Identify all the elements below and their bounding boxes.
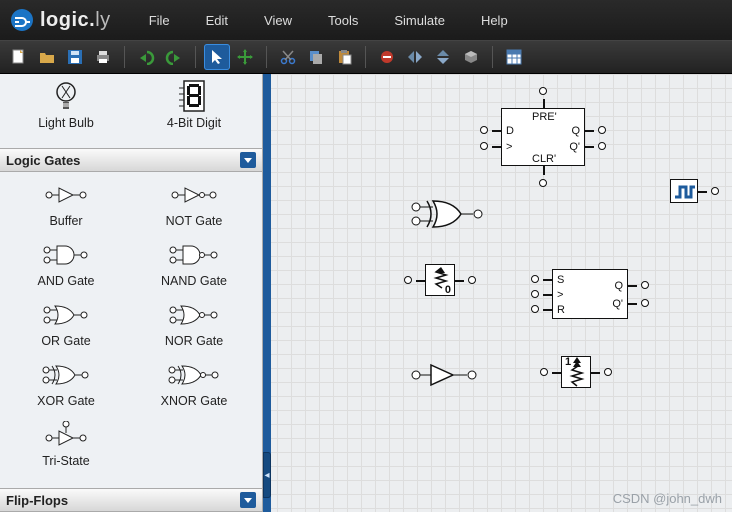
comp-nand-gate[interactable]: NAND Gate — [130, 236, 258, 296]
collapse-icon — [240, 152, 256, 168]
not-gate-icon — [171, 184, 217, 206]
pointer-tool-button[interactable] — [204, 44, 230, 70]
seven-segment-icon — [179, 80, 209, 114]
open-file-button[interactable] — [34, 44, 60, 70]
resistor-icon — [426, 265, 456, 297]
menu-help[interactable]: Help — [463, 13, 526, 28]
sidebar-collapse-handle[interactable] — [263, 452, 271, 498]
comp-xor-gate[interactable]: XOR Gate — [2, 356, 130, 416]
category-header-flip-flops[interactable]: Flip-Flops — [0, 488, 262, 512]
label-qn: Q' — [612, 298, 623, 310]
sr-flip-flop[interactable]: S > R Q Q' — [552, 269, 628, 319]
category-items-logic: Buffer NOT Gate AND Gate NAND Gate OR Ga… — [0, 172, 262, 486]
item-label: NOT Gate — [166, 214, 223, 228]
collapse-icon — [240, 492, 256, 508]
menu-bar: logic.ly File Edit View Tools Simulate H… — [0, 0, 732, 40]
flip-v-button[interactable] — [430, 44, 456, 70]
flip-h-button[interactable] — [402, 44, 428, 70]
item-label: AND Gate — [38, 274, 95, 288]
component-sidebar: Light Bulb 4-Bit Digit Logic Gates Buffe… — [0, 74, 263, 512]
clock-mark: > — [557, 289, 563, 301]
canvas[interactable]: PRE' D > CLR' Q Q' — [263, 74, 732, 512]
toolbar-separator — [492, 46, 493, 68]
pull-resistor-1[interactable]: 1 — [561, 356, 591, 388]
menu-simulate[interactable]: Simulate — [376, 13, 463, 28]
label-r: R — [557, 304, 565, 316]
menu-edit[interactable]: Edit — [188, 13, 246, 28]
watermark: CSDN @john_dwh — [613, 491, 722, 506]
nand-gate-icon — [169, 243, 219, 267]
item-label: 4-Bit Digit — [167, 116, 221, 130]
paste-button[interactable] — [331, 44, 357, 70]
new-file-button[interactable] — [6, 44, 32, 70]
comp-or-gate[interactable]: OR Gate — [2, 296, 130, 356]
undo-button[interactable] — [133, 44, 159, 70]
toolbar-separator — [266, 46, 267, 68]
item-label: NAND Gate — [161, 274, 227, 288]
comp-4bit-digit[interactable]: 4-Bit Digit — [130, 78, 258, 138]
clock-icon — [671, 180, 699, 204]
label-q: Q — [571, 125, 580, 137]
menu-view[interactable]: View — [246, 13, 310, 28]
item-label: Tri-State — [42, 454, 89, 468]
xor-gate-instance[interactable] — [411, 198, 489, 235]
save-button[interactable] — [62, 44, 88, 70]
comp-light-bulb[interactable]: Light Bulb — [2, 78, 130, 138]
item-label: NOR Gate — [165, 334, 223, 348]
menu-tools[interactable]: Tools — [310, 13, 376, 28]
redo-button[interactable] — [161, 44, 187, 70]
nor-gate-icon — [169, 303, 219, 327]
clock-source[interactable] — [670, 179, 698, 203]
canvas-gutter — [263, 74, 271, 512]
cut-button[interactable] — [275, 44, 301, 70]
module-button[interactable] — [458, 44, 484, 70]
comp-nor-gate[interactable]: NOR Gate — [130, 296, 258, 356]
category-label: Flip-Flops — [6, 493, 68, 508]
light-bulb-icon — [54, 80, 78, 114]
clock-mark: > — [506, 141, 512, 153]
toolbar-separator — [365, 46, 366, 68]
item-label: XOR Gate — [37, 394, 95, 408]
xor-gate-icon — [42, 363, 90, 387]
buffer-instance[interactable] — [411, 362, 481, 393]
or-gate-icon — [43, 303, 89, 327]
delete-button[interactable] — [374, 44, 400, 70]
item-label: Light Bulb — [38, 116, 94, 130]
label-s: S — [557, 274, 564, 286]
category-label: Logic Gates — [6, 153, 80, 168]
item-label: XNOR Gate — [161, 394, 228, 408]
pan-tool-button[interactable] — [232, 44, 258, 70]
tri-state-icon — [45, 421, 87, 449]
print-button[interactable] — [90, 44, 116, 70]
resistor-label: 1 — [565, 356, 571, 368]
xnor-gate-icon — [168, 363, 220, 387]
pull-resistor-0[interactable]: 0 — [425, 264, 455, 296]
label-clr: CLR' — [532, 153, 556, 165]
comp-tri-state[interactable]: Tri-State — [2, 416, 130, 476]
resistor-label: 0 — [445, 284, 451, 296]
d-flip-flop[interactable]: PRE' D > CLR' Q Q' — [501, 108, 585, 166]
buffer-icon — [45, 184, 87, 206]
menu-file[interactable]: File — [131, 13, 188, 28]
label-qn: Q' — [569, 141, 580, 153]
item-label: Buffer — [49, 214, 82, 228]
label-pre: PRE' — [532, 111, 557, 123]
category-header-logic-gates[interactable]: Logic Gates — [0, 148, 262, 172]
table-button[interactable] — [501, 44, 527, 70]
copy-button[interactable] — [303, 44, 329, 70]
toolbar-separator — [195, 46, 196, 68]
item-label: OR Gate — [41, 334, 90, 348]
and-gate-icon — [43, 243, 89, 267]
toolbar — [0, 40, 732, 74]
app-logo: logic.ly — [0, 8, 131, 32]
comp-and-gate[interactable]: AND Gate — [2, 236, 130, 296]
comp-buffer[interactable]: Buffer — [2, 176, 130, 236]
comp-xnor-gate[interactable]: XNOR Gate — [130, 356, 258, 416]
logo-icon — [10, 8, 34, 32]
category-items-output: Light Bulb 4-Bit Digit — [0, 74, 262, 148]
label-q: Q — [614, 280, 623, 292]
toolbar-separator — [124, 46, 125, 68]
comp-not-gate[interactable]: NOT Gate — [130, 176, 258, 236]
label-d: D — [506, 125, 514, 137]
